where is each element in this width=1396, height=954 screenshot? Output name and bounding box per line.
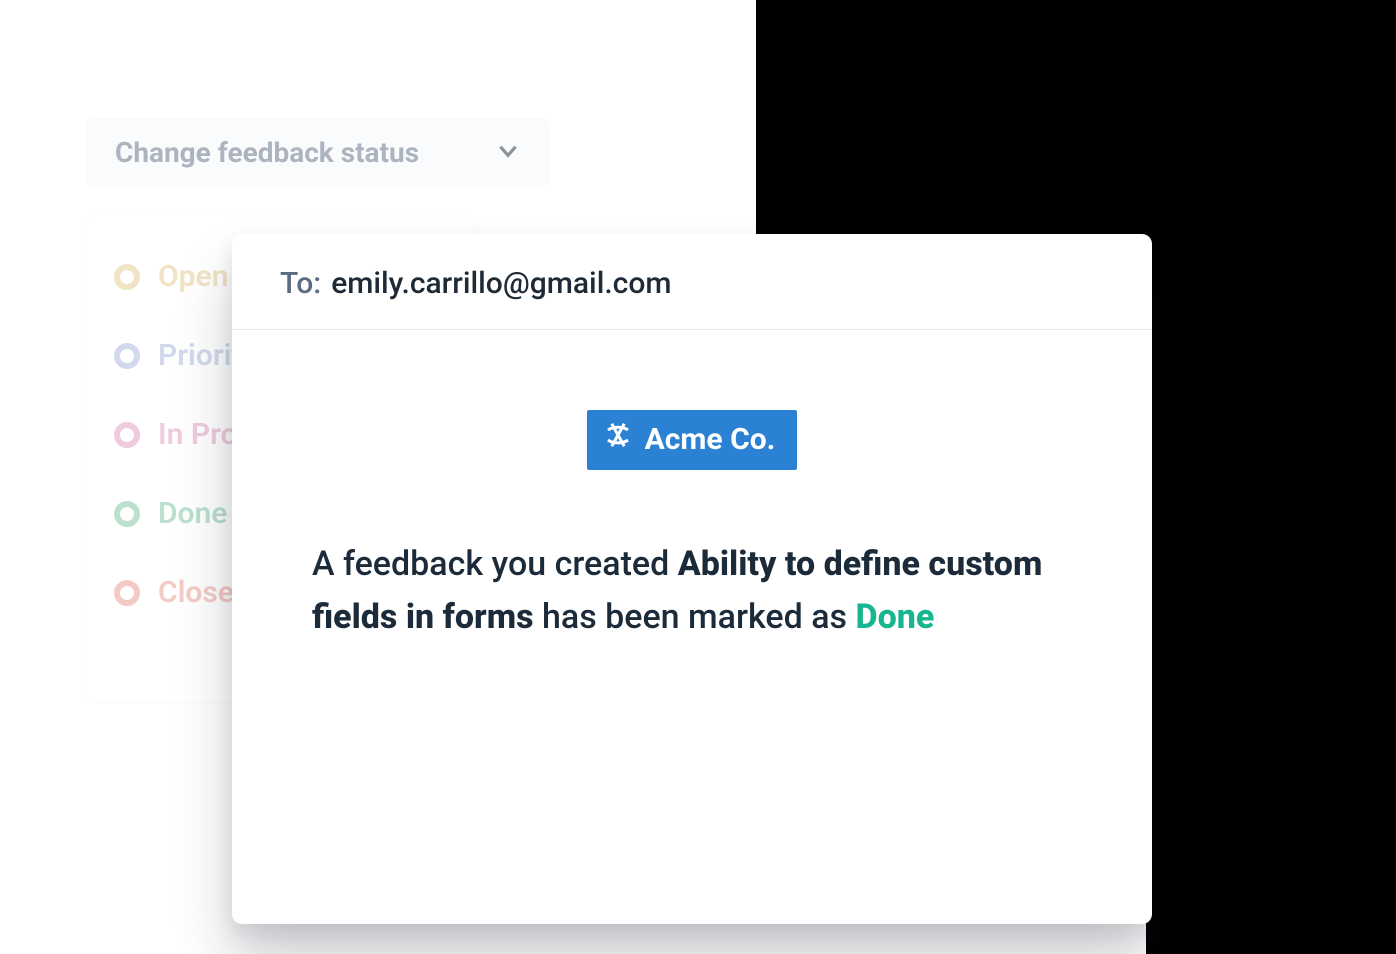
status-dot-icon xyxy=(114,264,140,290)
message-text: has been marked as xyxy=(542,597,856,637)
company-name: Acme Co. xyxy=(645,422,776,457)
message-text: A feedback you created xyxy=(312,544,678,584)
email-header: To: emily.carrillo@gmail.com xyxy=(232,234,1152,330)
email-body: Acme Co. A feedback you created Ability … xyxy=(232,330,1152,683)
change-status-dropdown[interactable]: Change feedback status xyxy=(85,118,551,187)
status-dot-icon xyxy=(114,501,140,527)
status-dot-icon xyxy=(114,580,140,606)
status-option-label: Done xyxy=(158,496,227,531)
background-region xyxy=(756,0,1396,250)
email-to-label: To: xyxy=(280,266,321,301)
status-option-label: Open xyxy=(158,259,228,294)
notification-message: A feedback you created Ability to define… xyxy=(312,538,1072,643)
status-value: Done xyxy=(856,597,935,637)
email-card: To: emily.carrillo@gmail.com Acme Co. A … xyxy=(232,234,1152,924)
background-region xyxy=(1146,250,1396,954)
change-status-label: Change feedback status xyxy=(115,136,419,169)
status-dot-icon xyxy=(114,343,140,369)
logo-icon xyxy=(603,420,633,458)
company-logo-badge: Acme Co. xyxy=(587,410,798,470)
status-dot-icon xyxy=(114,422,140,448)
chevron-down-icon xyxy=(495,138,521,168)
email-to-address: emily.carrillo@gmail.com xyxy=(331,266,671,301)
